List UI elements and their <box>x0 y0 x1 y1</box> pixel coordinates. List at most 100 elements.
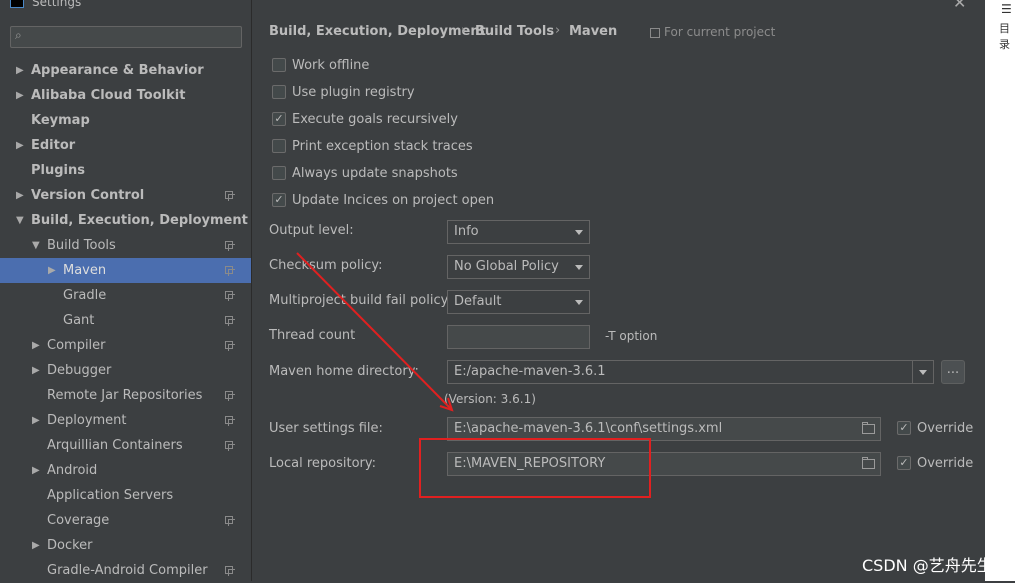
chevron-down-icon <box>919 370 927 375</box>
breadcrumb-separator: › <box>555 23 561 38</box>
checkbox-box-checked[interactable]: ✓ <box>272 193 286 207</box>
watermark: CSDN @艺舟先生 <box>862 556 993 575</box>
sidebar-item-docker[interactable]: ▶ Docker <box>0 533 251 558</box>
expand-arrow-icon[interactable]: ▶ <box>32 458 40 483</box>
thread-count-hint: -T option <box>605 329 658 343</box>
chevron-down-icon <box>575 265 583 270</box>
checkbox-box[interactable] <box>272 139 286 153</box>
checkbox-label: Work offline <box>292 58 370 73</box>
project-scope-icon <box>225 266 235 276</box>
sidebar-item-maven[interactable]: ▶ Maven <box>0 258 251 283</box>
sidebar-item-label: Compiler <box>47 338 106 353</box>
project-scope-icon <box>225 316 235 326</box>
breadcrumb-separator: › <box>461 23 467 38</box>
toc-icon[interactable]: ☰ <box>1001 2 1012 16</box>
combo-dropdown-button[interactable] <box>912 361 933 383</box>
sidebar-item-remote-jar-repositories[interactable]: Remote Jar Repositories <box>0 383 251 408</box>
sidebar-item-plugins[interactable]: Plugins <box>0 158 251 183</box>
collapse-arrow-icon[interactable]: ▼ <box>32 233 40 258</box>
project-scope-icon <box>225 566 235 576</box>
sidebar-item-version-control[interactable]: ▶ Version Control <box>0 183 251 208</box>
checkbox-box[interactable] <box>272 85 286 99</box>
project-scope-icon <box>225 291 235 301</box>
checkbox-label: Execute goals recursively <box>292 112 458 127</box>
sidebar-item-editor[interactable]: ▶ Editor <box>0 133 251 158</box>
checkbox-box[interactable] <box>272 166 286 180</box>
checkbox-box-checked[interactable]: ✓ <box>897 456 911 470</box>
sidebar-item-build-tools[interactable]: ▼ Build Tools <box>0 233 251 258</box>
checkbox-label: Override <box>917 456 974 471</box>
thread-count-input[interactable] <box>447 325 590 349</box>
sidebar-item-label: Editor <box>31 138 76 153</box>
sidebar-item-arquillian-containers[interactable]: Arquillian Containers <box>0 433 251 458</box>
sidebar-item-coverage[interactable]: Coverage <box>0 508 251 533</box>
project-scope-icon <box>225 241 235 251</box>
sidebar-item-appearance-behavior[interactable]: ▶ Appearance & Behavior <box>0 58 251 83</box>
sidebar-item-label: Deployment <box>47 413 127 428</box>
chevron-down-icon <box>575 230 583 235</box>
sidebar-item-label: Docker <box>47 538 93 553</box>
intellij-app-icon <box>10 0 24 8</box>
expand-arrow-icon[interactable]: ▶ <box>16 183 24 208</box>
project-scope-icon <box>225 341 235 351</box>
search-icon: ⌕ <box>15 28 22 42</box>
sidebar-item-build-execution-deployment[interactable]: ▼ Build, Execution, Deployment <box>0 208 251 233</box>
input-value: E:/apache-maven-3.6.1 <box>454 364 606 379</box>
checkbox-box[interactable] <box>272 58 286 72</box>
sidebar-item-label: Gant <box>63 313 95 328</box>
browse-button[interactable]: ... <box>941 360 965 384</box>
close-icon[interactable]: ✕ <box>953 0 966 12</box>
settings-search-input[interactable]: ⌕ <box>10 26 242 48</box>
sidebar-item-gant[interactable]: Gant <box>0 308 251 333</box>
sidebar-item-alibaba-cloud-toolkit[interactable]: ▶ Alibaba Cloud Toolkit <box>0 83 251 108</box>
chevron-down-icon <box>575 300 583 305</box>
sidebar-item-label: Build, Execution, Deployment <box>31 213 248 228</box>
settings-sidebar: ⌕ ▶ Appearance & Behavior ▶ Alibaba Clou… <box>0 12 251 581</box>
folder-icon[interactable] <box>862 457 875 469</box>
maven-home-combo[interactable]: E:/apache-maven-3.6.1 <box>447 360 934 384</box>
collapse-arrow-icon[interactable]: ▼ <box>16 208 24 233</box>
sidebar-item-debugger[interactable]: ▶ Debugger <box>0 358 251 383</box>
sidebar-item-label: Appearance & Behavior <box>31 63 204 78</box>
expand-arrow-icon[interactable]: ▶ <box>32 333 40 358</box>
expand-arrow-icon[interactable]: ▶ <box>32 408 40 433</box>
sidebar-item-gradle[interactable]: Gradle <box>0 283 251 308</box>
scope-label: For current project <box>664 25 776 39</box>
sidebar-item-gradle-android-compiler[interactable]: Gradle-Android Compiler <box>0 558 251 583</box>
sidebar-item-label: Arquillian Containers <box>47 438 183 453</box>
expand-arrow-icon[interactable]: ▶ <box>32 358 40 383</box>
checkbox-label: Print exception stack traces <box>292 139 473 154</box>
folder-icon[interactable] <box>862 422 875 434</box>
fail-policy-select[interactable]: Default <box>447 290 590 314</box>
sidebar-item-deployment[interactable]: ▶ Deployment <box>0 408 251 433</box>
sidebar-item-android[interactable]: ▶ Android <box>0 458 251 483</box>
sidebar-item-label: Coverage <box>47 513 110 528</box>
scope-hint: For current project <box>650 25 775 39</box>
title-bar: Settings ✕ <box>0 0 985 12</box>
project-scope-icon <box>650 27 660 38</box>
checkbox-label: Always update snapshots <box>292 166 458 181</box>
expand-arrow-icon[interactable]: ▶ <box>48 258 56 283</box>
sidebar-item-label: Version Control <box>31 188 145 203</box>
sidebar-item-label: Alibaba Cloud Toolkit <box>31 88 186 103</box>
expand-arrow-icon[interactable]: ▶ <box>16 133 24 158</box>
expand-arrow-icon[interactable]: ▶ <box>16 83 24 108</box>
output-level-label: Output level: <box>269 223 354 238</box>
select-value: Default <box>454 294 502 309</box>
local-repository-label: Local repository: <box>269 456 376 471</box>
checksum-policy-select[interactable]: No Global Policy <box>447 255 590 279</box>
sidebar-item-compiler[interactable]: ▶ Compiler <box>0 333 251 358</box>
sidebar-item-application-servers[interactable]: Application Servers <box>0 483 251 508</box>
expand-arrow-icon[interactable]: ▶ <box>32 533 40 558</box>
toc-label[interactable]: 目录 <box>999 20 1015 52</box>
output-level-select[interactable]: Info <box>447 220 590 244</box>
checkbox-label: Use plugin registry <box>292 85 415 100</box>
sidebar-item-keymap[interactable]: Keymap <box>0 108 251 133</box>
checkbox-box-checked[interactable]: ✓ <box>897 421 911 435</box>
sidebar-item-label: Maven <box>63 263 107 278</box>
expand-arrow-icon[interactable]: ▶ <box>16 58 24 83</box>
select-value: Info <box>454 224 479 239</box>
checkbox-box-checked[interactable]: ✓ <box>272 112 286 126</box>
breadcrumb-maven: Maven <box>569 24 618 39</box>
sidebar-item-label: Android <box>47 463 98 478</box>
